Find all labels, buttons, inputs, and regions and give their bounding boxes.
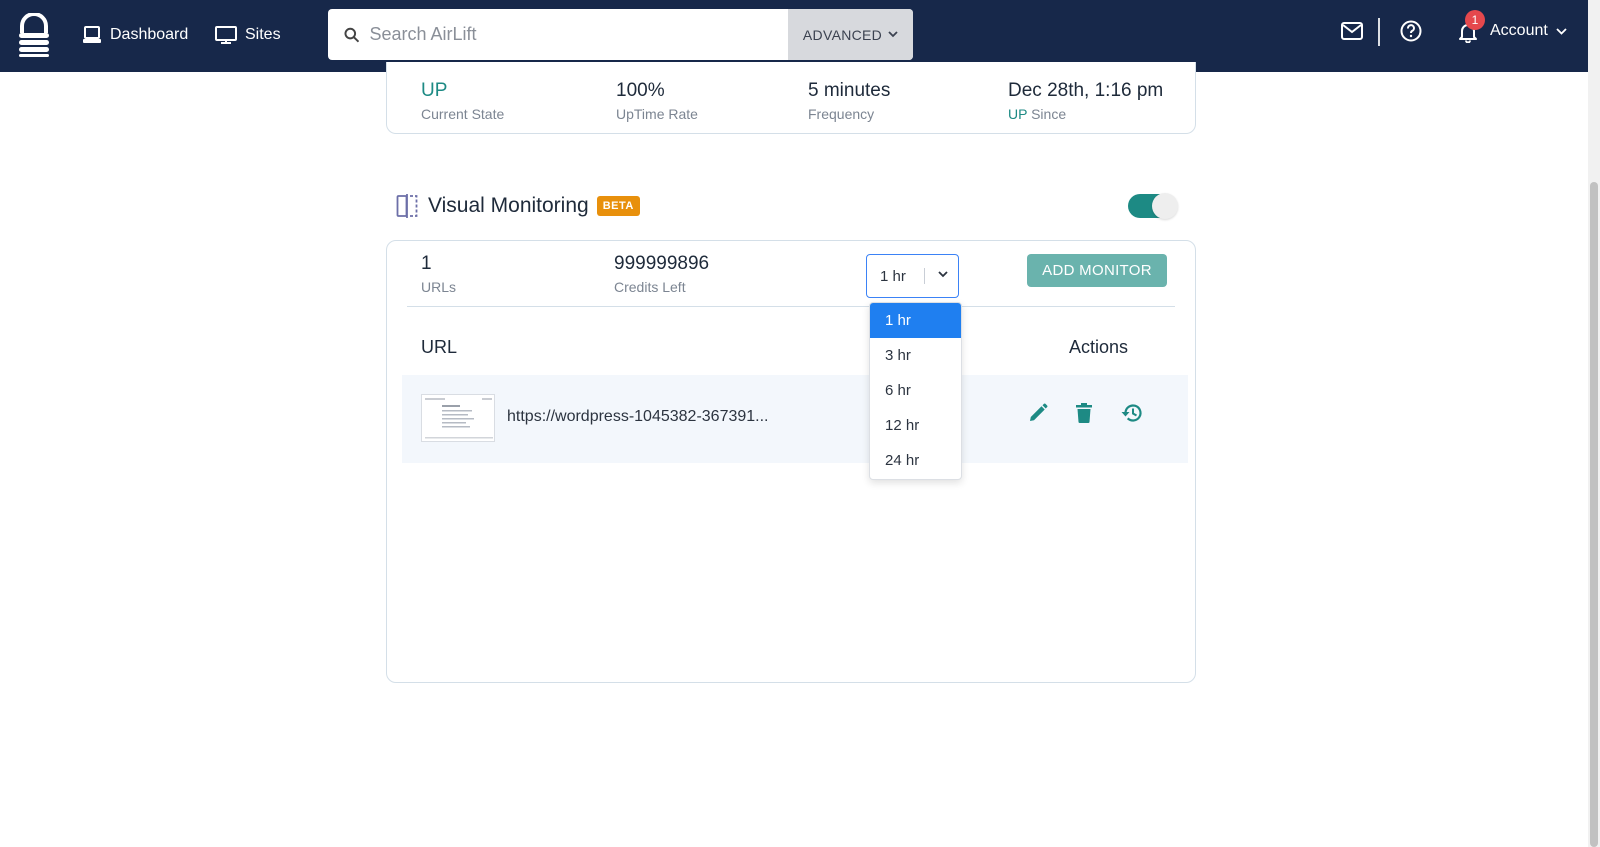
interval-selected-value: 1 hr [880, 267, 906, 285]
current-state-value: UP [421, 80, 448, 101]
help-icon[interactable] [1400, 20, 1422, 42]
urls-value: 1 [421, 253, 432, 274]
uptime-rate-value: 100% [616, 80, 665, 101]
account-menu[interactable]: Account [1490, 22, 1567, 40]
credits-label: Credits Left [614, 279, 686, 295]
airlift-logo-icon[interactable] [16, 13, 52, 57]
laptop-icon [83, 26, 101, 43]
search-bar: ADVANCED [328, 9, 913, 60]
advanced-search-button[interactable]: ADVANCED [788, 9, 913, 60]
interval-option-24hr[interactable]: 24 hr [870, 443, 961, 478]
toggle-knob [1152, 193, 1178, 219]
current-state-stat: UP Current State [421, 80, 504, 122]
frequency-stat: 5 minutes Frequency [808, 80, 890, 122]
page-screenshot-thumbnail[interactable] [421, 394, 495, 442]
thumbnail-preview-icon [425, 398, 493, 439]
edit-icon[interactable] [1028, 403, 1048, 423]
interval-dropdown-menu: 1 hr 3 hr 6 hr 12 hr 24 hr [869, 302, 962, 480]
table-row: https://wordpress-1045382-367391... [402, 375, 1188, 463]
uptime-rate-stat: 100% UpTime Rate [616, 80, 698, 122]
nav-dashboard-link[interactable]: Dashboard [82, 22, 188, 48]
interval-option-12hr[interactable]: 12 hr [870, 408, 961, 443]
credits-value: 999999896 [614, 253, 710, 274]
credits-stat: 999999896 Credits Left [614, 253, 709, 295]
up-since-state: UP [1008, 106, 1028, 122]
chevron-down-icon [1556, 27, 1567, 35]
card-divider [407, 306, 1175, 307]
visual-monitoring-header: Visual Monitoring BETA [396, 192, 640, 220]
notification-badge: 1 [1465, 10, 1485, 30]
column-header-actions: Actions [1069, 337, 1129, 357]
sites-label: Sites [245, 26, 281, 43]
frequency-value: 5 minutes [808, 80, 891, 101]
interval-option-3hr[interactable]: 3 hr [870, 338, 961, 373]
nav-sites-link[interactable]: Sites [215, 22, 281, 48]
column-header-url: URL [421, 337, 458, 357]
urls-stat: 1 URLs [421, 253, 456, 295]
visual-monitoring-toggle[interactable] [1128, 193, 1178, 219]
interval-select[interactable]: 1 hr [866, 254, 959, 298]
search-input[interactable] [359, 24, 788, 45]
frequency-label: Frequency [808, 106, 875, 122]
up-since-value: Dec 28th, 1:16 pm [1008, 80, 1164, 101]
history-icon[interactable] [1121, 403, 1143, 423]
urls-label: URLs [421, 279, 457, 295]
search-field[interactable] [328, 9, 788, 60]
page-scrollbar-thumb[interactable] [1590, 182, 1598, 847]
beta-badge: BETA [596, 196, 640, 216]
interval-option-6hr[interactable]: 6 hr [870, 373, 961, 408]
mail-icon[interactable] [1341, 22, 1363, 40]
advanced-label: ADVANCED [802, 26, 883, 43]
select-separator [924, 268, 925, 284]
current-state-label: Current State [421, 106, 505, 122]
search-icon [344, 27, 360, 42]
monitor-icon [215, 25, 237, 44]
add-monitor-button[interactable]: ADD MONITOR [1027, 254, 1167, 287]
visual-monitoring-card: 1 URLs 999999896 Credits Left 1 hr ADD M… [386, 240, 1196, 683]
chevron-down-icon [938, 271, 948, 278]
chevron-down-icon [888, 31, 898, 38]
uptime-rate-label: UpTime Rate [616, 106, 698, 122]
up-since-suffix: Since [1027, 106, 1067, 122]
visual-monitoring-title: Visual Monitoring [428, 194, 589, 217]
up-since-label: UP Since [1008, 106, 1163, 122]
nav-divider [1378, 18, 1380, 46]
account-label: Account [1490, 22, 1548, 39]
compare-icon [396, 194, 418, 218]
up-since-stat: Dec 28th, 1:16 pm UP Since [1008, 80, 1163, 122]
dashboard-label: Dashboard [110, 26, 189, 43]
uptime-summary-card: UP Current State 100% UpTime Rate 5 minu… [386, 62, 1196, 134]
interval-option-1hr[interactable]: 1 hr [870, 303, 961, 338]
trash-icon[interactable] [1076, 403, 1092, 423]
monitored-url-link[interactable]: https://wordpress-1045382-367391... [507, 408, 769, 426]
